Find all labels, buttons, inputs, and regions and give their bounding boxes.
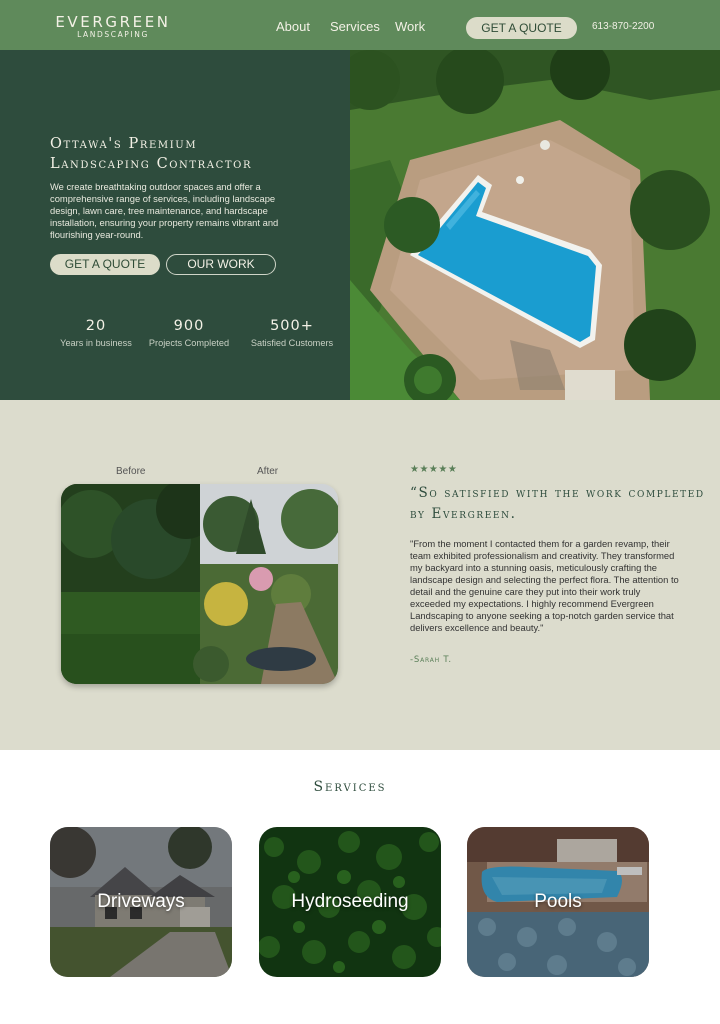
stat-customers: 500+ Satisfied Customers: [248, 318, 336, 348]
stat-number: 500+: [270, 318, 314, 334]
service-card-pools[interactable]: Pools: [467, 827, 649, 977]
before-after-illustration: [61, 484, 338, 684]
stat-label: Years in business: [60, 338, 132, 348]
logo-main-text: EVERGREEN: [55, 13, 171, 31]
hero-get-quote-button[interactable]: GET A QUOTE: [50, 254, 160, 275]
hero-pool-photo: [350, 50, 720, 400]
service-label: Hydroseeding: [291, 891, 409, 912]
logo[interactable]: EVERGREEN LANDSCAPING: [51, 14, 175, 40]
service-card-hydroseeding[interactable]: Hydroseeding: [259, 827, 441, 977]
hero-title-line-2: Landscaping Contractor: [50, 156, 253, 172]
stat-label: Projects Completed: [148, 338, 230, 348]
after-label: After: [257, 466, 279, 477]
nav-link-services[interactable]: Services: [330, 19, 380, 34]
before-label: Before: [116, 466, 146, 477]
services-heading: Services: [313, 779, 387, 795]
testimonial-author: -Sarah T.: [410, 655, 452, 665]
before-after-image[interactable]: [61, 484, 338, 684]
phone-number[interactable]: 613-870-2200: [592, 21, 654, 32]
hero-title-line-1: Ottawa's Premium: [50, 136, 198, 152]
testimonial-text: "From the moment I contacted them for a …: [410, 538, 679, 633]
service-label: Driveways: [97, 891, 185, 912]
rating-stars-icon: ★★★★★: [410, 464, 458, 475]
service-card-driveways[interactable]: Driveways: [50, 827, 232, 977]
top-nav: EVERGREEN LANDSCAPING About Services Wor…: [0, 0, 720, 50]
service-label: Pools: [534, 891, 582, 912]
testimonial-title: “So satisfied with the work completed by…: [410, 485, 705, 522]
hero-title: Ottawa's Premium Landscaping Contractor: [50, 134, 330, 174]
stat-number: 20: [85, 318, 107, 334]
nav-link-about[interactable]: About: [276, 19, 310, 34]
nav-link-work[interactable]: Work: [395, 19, 425, 34]
stat-number: 900: [173, 318, 205, 334]
stat-projects: 900 Projects Completed: [145, 318, 233, 348]
hero-description: We create breathtaking outdoor spaces an…: [50, 181, 279, 240]
logo-sub-text: LANDSCAPING: [77, 30, 149, 39]
stat-years: 20 Years in business: [60, 318, 132, 348]
stat-label: Satisfied Customers: [250, 338, 334, 348]
hero-our-work-button[interactable]: OUR WORK: [166, 254, 276, 275]
nav-get-quote-button[interactable]: GET A QUOTE: [466, 17, 577, 39]
pool-aerial-illustration: [350, 50, 720, 400]
